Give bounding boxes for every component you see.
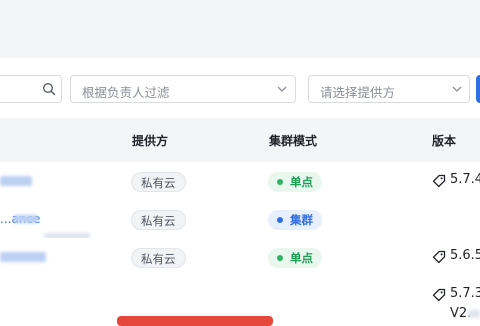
- status-dot: [277, 217, 283, 223]
- primary-action-button[interactable]: [476, 75, 480, 103]
- redacted-name: [14, 215, 38, 223]
- filter-bar: 根据负责人过滤 请选择提供方: [0, 58, 480, 118]
- page-header-band: [0, 0, 480, 58]
- provider-select[interactable]: 请选择提供方: [308, 75, 470, 103]
- version-text: 5.7.3: [450, 286, 480, 301]
- status-dot: [277, 179, 283, 185]
- cluster-mode-tag: 单点: [268, 172, 322, 192]
- danger-button[interactable]: [117, 316, 273, 326]
- provider-tag: 私有云: [131, 248, 186, 268]
- cluster-mode-tag: 单点: [268, 248, 322, 268]
- table-row[interactable]: 私有云 单点 5.6.5: [0, 238, 480, 277]
- tag-icon: [432, 250, 446, 264]
- redacted-version: [468, 310, 480, 318]
- status-dot: [277, 255, 283, 261]
- search-icon: [42, 82, 56, 96]
- version-text: 5.7.4: [450, 172, 480, 187]
- tag-icon: [432, 174, 446, 188]
- owner-filter-placeholder: 根据负责人过滤: [82, 85, 170, 100]
- column-header-provider[interactable]: 提供方: [132, 132, 168, 149]
- provider-tag: 私有云: [131, 210, 186, 230]
- owner-filter-select[interactable]: 根据负责人过滤: [70, 75, 296, 103]
- provider-tag: 私有云: [131, 172, 186, 192]
- redacted-name: [0, 176, 32, 186]
- table-header: 提供方 集群模式 版本: [0, 118, 480, 162]
- search-input[interactable]: [0, 75, 62, 103]
- column-header-version[interactable]: 版本: [432, 132, 456, 149]
- table-row[interactable]: 5.7.3 V2.: [0, 276, 480, 321]
- chevron-down-icon: [452, 86, 462, 92]
- redacted-name: [0, 252, 46, 262]
- version-text: 5.6.5: [450, 248, 480, 263]
- table-row[interactable]: 私有云 单点 5.7.4: [0, 162, 480, 201]
- table-row[interactable]: ...ance 私有云 集群: [0, 200, 480, 239]
- column-header-cluster-mode[interactable]: 集群模式: [269, 132, 317, 149]
- tag-icon: [432, 288, 446, 302]
- provider-placeholder: 请选择提供方: [320, 85, 396, 100]
- chevron-down-icon: [277, 86, 287, 92]
- cluster-mode-tag: 集群: [268, 210, 322, 230]
